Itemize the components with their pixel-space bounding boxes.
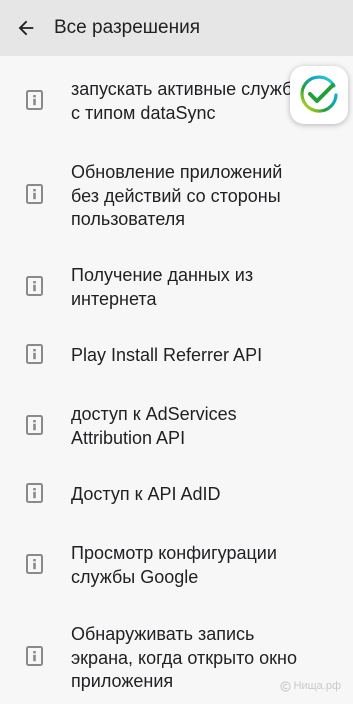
permission-label: Обновление приложений без действий со ст…: [71, 162, 283, 229]
permission-label: доступ к AdServices Attribution API: [71, 404, 237, 448]
back-button[interactable]: [12, 14, 40, 42]
info-icon: [26, 415, 43, 435]
permission-item[interactable]: Обновление приложений без действий со ст…: [0, 159, 353, 234]
watermark: Нища.рф: [279, 680, 341, 692]
info-icon: [26, 90, 43, 110]
permission-item[interactable]: Play Install Referrer API: [0, 342, 353, 372]
permission-label: Play Install Referrer API: [71, 345, 263, 365]
info-icon: [26, 646, 43, 666]
permission-label: Доступ к API AdID: [71, 484, 221, 504]
permission-item[interactable]: Просмотр конфигурации службы Google: [0, 540, 353, 592]
app-logo-button[interactable]: [290, 66, 348, 124]
app-bar: Все разрешения: [0, 0, 353, 56]
permission-label: Получение данных из интернета: [71, 265, 254, 309]
sber-logo-icon: [300, 75, 338, 113]
info-icon: [26, 344, 43, 364]
watermark-text: Нища.рф: [293, 680, 341, 692]
info-icon: [26, 483, 43, 503]
page-title: Все разрешения: [54, 17, 200, 38]
info-icon: [26, 276, 43, 296]
permission-item[interactable]: доступ к AdServices Attribution API: [0, 401, 353, 453]
permission-label: Просмотр конфигурации службы Google: [71, 543, 277, 587]
info-icon: [26, 184, 43, 204]
permission-item[interactable]: Доступ к API AdID: [0, 481, 353, 511]
copyright-icon: [279, 680, 291, 692]
permission-item[interactable]: Получение данных из интернета: [0, 262, 353, 314]
info-icon: [26, 554, 43, 574]
arrow-back-icon: [18, 20, 34, 36]
